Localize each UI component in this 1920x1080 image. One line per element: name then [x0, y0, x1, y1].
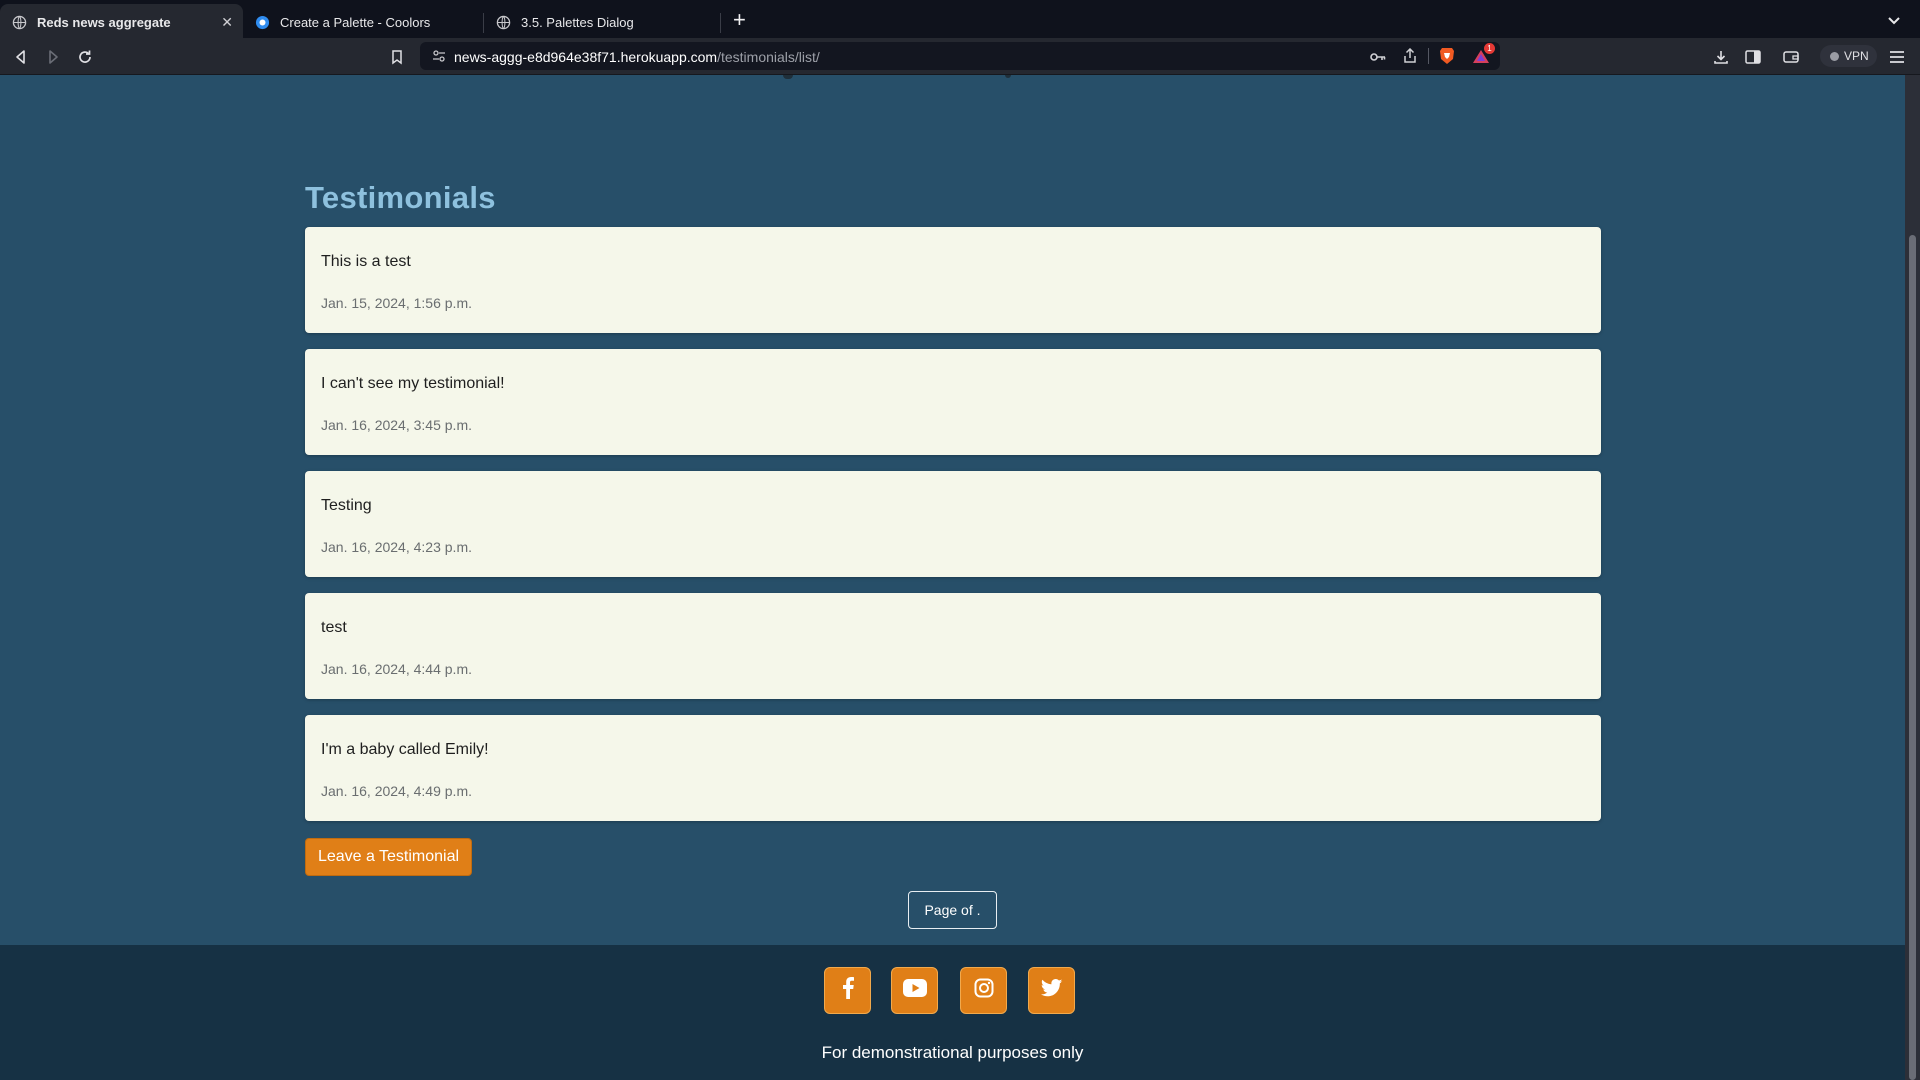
site-settings-icon[interactable]	[432, 49, 446, 68]
tab-reds-news[interactable]: Reds news aggregate ✕	[0, 4, 243, 40]
twitter-link[interactable]	[1028, 967, 1075, 1014]
pagination: Page of .	[908, 891, 997, 929]
globe-icon	[12, 15, 27, 30]
address-bar[interactable]: news-aggg-e8d964e38f71.herokuapp.com/tes…	[420, 42, 1500, 70]
tab-title: 3.5. Palettes Dialog	[521, 14, 634, 30]
menu-icon[interactable]	[1888, 48, 1906, 66]
url-path: /testimonials/list/	[717, 49, 820, 65]
share-icon[interactable]	[1403, 47, 1417, 69]
browser-toolbar: news-aggg-e8d964e38f71.herokuapp.com/tes…	[0, 38, 1920, 75]
cropped-nav-remnant	[1005, 75, 1011, 78]
page-title: Testimonials	[305, 180, 496, 215]
testimonial-date: Jan. 15, 2024, 1:56 p.m.	[321, 295, 472, 311]
testimonial-date: Jan. 16, 2024, 3:45 p.m.	[321, 417, 472, 433]
url-domain: news-aggg-e8d964e38f71.herokuapp.com	[454, 49, 718, 65]
footer-disclaimer: For demonstrational purposes only	[821, 1043, 1084, 1062]
url-text: news-aggg-e8d964e38f71.herokuapp.com/tes…	[454, 49, 820, 65]
testimonial-text: This is a test	[321, 253, 411, 270]
page-content: Testimonials This is a test Jan. 15, 202…	[0, 75, 1905, 1080]
reload-icon[interactable]	[76, 48, 94, 66]
browser-tab-bar: Reds news aggregate ✕ Create a Palette -…	[0, 0, 1920, 40]
vpn-button[interactable]: VPN	[1820, 45, 1877, 67]
brave-shields-icon[interactable]	[1439, 47, 1455, 70]
sidebar-icon[interactable]	[1744, 48, 1762, 66]
tab-coolors[interactable]: Create a Palette - Coolors	[243, 4, 483, 40]
instagram-icon	[974, 978, 994, 1003]
testimonial-date: Jan. 16, 2024, 4:23 p.m.	[321, 539, 472, 555]
download-icon[interactable]	[1712, 48, 1730, 66]
testimonial-card: test Jan. 16, 2024, 4:44 p.m.	[305, 593, 1601, 699]
instagram-link[interactable]	[960, 967, 1007, 1014]
vpn-status-icon	[1830, 51, 1839, 61]
forward-icon[interactable]	[44, 48, 62, 66]
wallet-icon[interactable]	[1782, 48, 1800, 66]
testimonial-text: Testing	[321, 497, 372, 514]
chevron-down-icon[interactable]	[1887, 13, 1901, 31]
twitter-icon	[1040, 979, 1063, 1002]
testimonial-card: I can't see my testimonial! Jan. 16, 202…	[305, 349, 1601, 455]
globe-icon	[496, 15, 511, 30]
tab-title: Create a Palette - Coolors	[280, 14, 431, 30]
back-icon[interactable]	[12, 48, 30, 66]
youtube-icon	[902, 979, 927, 1002]
facebook-icon	[841, 977, 855, 1004]
vpn-label: VPN	[1844, 49, 1869, 63]
scrollbar-thumb[interactable]	[1909, 235, 1916, 1080]
testimonial-text: I can't see my testimonial!	[321, 375, 505, 392]
tab-palettes-dialog[interactable]: 3.5. Palettes Dialog	[484, 4, 720, 40]
testimonial-card: Testing Jan. 16, 2024, 4:23 p.m.	[305, 471, 1601, 577]
testimonial-text: I'm a baby called Emily!	[321, 741, 489, 758]
testimonial-card: This is a test Jan. 15, 2024, 1:56 p.m.	[305, 227, 1601, 333]
cropped-nav-remnant	[783, 75, 793, 79]
key-icon[interactable]	[1370, 50, 1386, 68]
divider	[1428, 48, 1429, 64]
footer: For demonstrational purposes only	[0, 945, 1905, 1080]
new-tab-plus-icon[interactable]: +	[733, 9, 746, 31]
testimonial-text: test	[321, 619, 347, 636]
page-scrollbar[interactable]	[1905, 75, 1920, 1080]
facebook-link[interactable]	[824, 967, 871, 1014]
youtube-link[interactable]	[891, 967, 938, 1014]
tab-separator	[720, 13, 721, 33]
testimonial-card: I'm a baby called Emily! Jan. 16, 2024, …	[305, 715, 1601, 821]
leave-testimonial-button[interactable]: Leave a Testimonial	[305, 838, 472, 876]
notification-badge: 1	[1484, 43, 1495, 54]
coolors-icon	[255, 15, 270, 30]
tab-title: Reds news aggregate	[37, 14, 171, 30]
bookmark-icon[interactable]	[388, 48, 406, 66]
close-tab-icon[interactable]: ✕	[221, 14, 233, 31]
testimonial-date: Jan. 16, 2024, 4:44 p.m.	[321, 661, 472, 677]
testimonial-date: Jan. 16, 2024, 4:49 p.m.	[321, 783, 472, 799]
